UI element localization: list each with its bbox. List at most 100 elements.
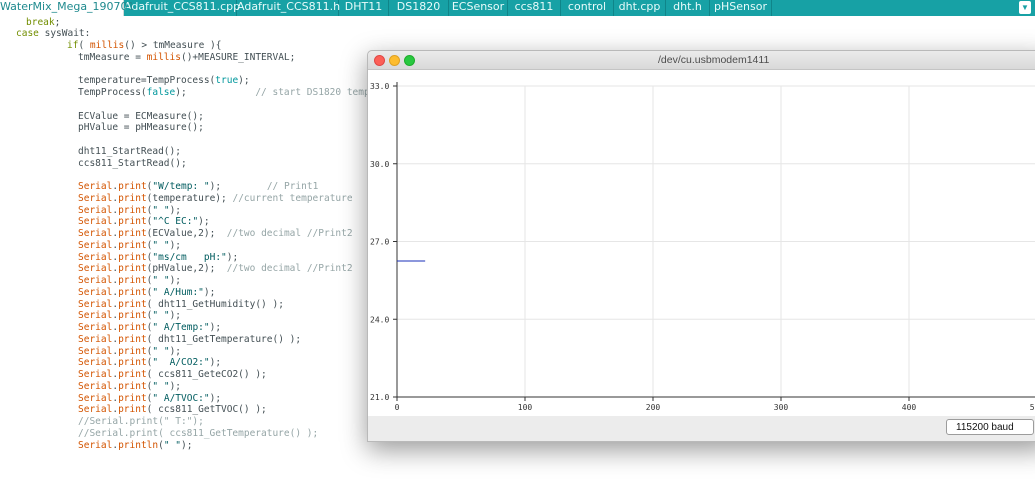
code-line: Serial.print(" ");: [78, 205, 181, 217]
code-token: print: [118, 381, 147, 392]
code-token: );: [181, 440, 192, 451]
code-token: ( dht11_GetHumidity() );: [147, 299, 284, 310]
close-icon[interactable]: [374, 55, 385, 66]
code-token: (temperature);: [147, 193, 233, 204]
code-line: Serial.print(" ");: [78, 310, 181, 322]
code-token: TempProcess(: [78, 87, 147, 98]
code-token: print: [118, 287, 147, 298]
code-token: //Serial.print( ccs811_GetTemperature() …: [78, 428, 318, 439]
code-token: ( ccs811_GetTVOC() );: [147, 404, 267, 415]
code-token: );: [170, 275, 181, 286]
tab-ds1820[interactable]: DS1820: [389, 0, 449, 16]
code-token: Serial: [78, 193, 112, 204]
code-token: Serial: [78, 299, 112, 310]
tab-phsensor[interactable]: pHSensor: [710, 0, 772, 16]
code-token: Serial: [78, 404, 112, 415]
code-token: (: [78, 40, 89, 51]
x-tick-label: 100: [518, 403, 533, 412]
code-token: Serial: [78, 440, 112, 451]
tab-adafruit-ccs811-h[interactable]: Adafruit_CCS811.h: [237, 0, 339, 16]
code-token: case: [16, 28, 39, 39]
code-token: Serial: [78, 228, 112, 239]
chevron-down-icon: ▼: [1021, 3, 1029, 12]
code-token: () > tmMeasure ){: [124, 40, 221, 51]
code-line: Serial.print(pHValue,2); //two decimal /…: [78, 263, 353, 275]
window-titlebar[interactable]: /dev/cu.usbmodem1411: [368, 51, 1035, 70]
code-token: Serial: [78, 252, 112, 263]
code-token: Serial: [78, 216, 112, 227]
code-token: print: [118, 228, 147, 239]
code-token: );: [210, 322, 221, 333]
code-token: temperature=TempProcess(: [78, 75, 215, 86]
code-line: Serial.print(" ");: [78, 381, 181, 393]
code-token: print: [118, 263, 147, 274]
code-token: );: [170, 346, 181, 357]
code-line: case sysWait:: [16, 28, 90, 40]
tab-adafruit-ccs811-cpp[interactable]: Adafruit_CCS811.cpp: [124, 0, 237, 16]
y-tick-label: 33.0: [370, 82, 389, 91]
zoom-icon[interactable]: [404, 55, 415, 66]
code-token: );: [170, 381, 181, 392]
code-line: Serial.print(temperature); //current tem…: [78, 193, 353, 205]
code-token: " ": [152, 346, 169, 357]
code-line: if( millis() > tmMeasure ){: [67, 40, 221, 52]
code-token: Serial: [78, 240, 112, 251]
code-token: );: [170, 310, 181, 321]
code-token: );: [170, 205, 181, 216]
x-tick-label: 400: [902, 403, 917, 412]
code-token: dht11_StartRead();: [78, 146, 181, 157]
code-line: Serial.print(" A/TVOC:");: [78, 393, 221, 405]
code-token: );: [210, 181, 267, 192]
code-line: Serial.println(" ");: [78, 440, 192, 452]
code-token: print: [118, 216, 147, 227]
code-line: Serial.print("W/temp: "); // Print1: [78, 181, 318, 193]
code-token: sysWait:: [39, 28, 90, 39]
plotter-bottom-bar: 115200 baud: [368, 416, 1035, 440]
code-token: "^C EC:": [152, 216, 198, 227]
code-token: " A/Temp:": [152, 322, 209, 333]
code-token: " ": [152, 205, 169, 216]
code-token: ;: [55, 17, 61, 28]
baud-rate-select[interactable]: 115200 baud: [946, 419, 1034, 435]
x-tick-label: 300: [774, 403, 789, 412]
code-token: " A/Hum:": [152, 287, 203, 298]
tab-dht-h[interactable]: dht.h: [666, 0, 710, 16]
tab-control[interactable]: control: [561, 0, 614, 16]
tab-watermix-mega-190701[interactable]: WaterMix_Mega_190701: [0, 0, 124, 16]
code-line: break;: [26, 17, 60, 29]
x-tick-label: 200: [646, 403, 661, 412]
tab-dht-cpp[interactable]: dht.cpp: [614, 0, 666, 16]
code-token: ECValue = ECMeasure();: [78, 111, 204, 122]
code-line: Serial.print(" A/CO2:");: [78, 357, 221, 369]
code-token: );: [238, 75, 249, 86]
code-token: " ": [152, 240, 169, 251]
code-line: Serial.print(ECValue,2); //two decimal /…: [78, 228, 353, 240]
code-line: ECValue = ECMeasure();: [78, 111, 204, 123]
tab-menu-button[interactable]: ▼: [1019, 1, 1031, 14]
tab-bar: pHSensordht.hdht.cppcontrolccs811ECSenso…: [0, 0, 1035, 16]
code-token: print: [118, 369, 147, 380]
y-tick-label: 27.0: [370, 238, 389, 247]
y-tick-label: 30.0: [370, 160, 389, 169]
code-token: ( ccs811_GeteCO2() );: [147, 369, 267, 380]
code-token: print: [118, 393, 147, 404]
code-token: //Serial.print(" T:");: [78, 416, 204, 427]
code-token: print: [118, 404, 147, 415]
code-token: (pHValue,2);: [147, 263, 227, 274]
code-token: " A/CO2:": [152, 357, 209, 368]
code-token: Serial: [78, 287, 112, 298]
code-line: Serial.print( dht11_GetTemperature() );: [78, 334, 301, 346]
code-token: tmMeasure =: [78, 52, 147, 63]
code-line: Serial.print(" ");: [78, 275, 181, 287]
code-token: Serial: [78, 310, 112, 321]
code-token: //two decimal //Print2: [227, 228, 353, 239]
minimize-icon[interactable]: [389, 55, 400, 66]
x-tick-label: 500: [1030, 403, 1035, 412]
code-token: );: [198, 216, 209, 227]
tab-ccs811[interactable]: ccs811: [508, 0, 561, 16]
code-token: Serial: [78, 346, 112, 357]
code-line: pHValue = pHMeasure();: [78, 122, 204, 134]
code-line: Serial.print( ccs811_GeteCO2() );: [78, 369, 267, 381]
tab-dht11[interactable]: DHT11: [339, 0, 389, 16]
tab-ecsensor[interactable]: ECSensor: [449, 0, 508, 16]
